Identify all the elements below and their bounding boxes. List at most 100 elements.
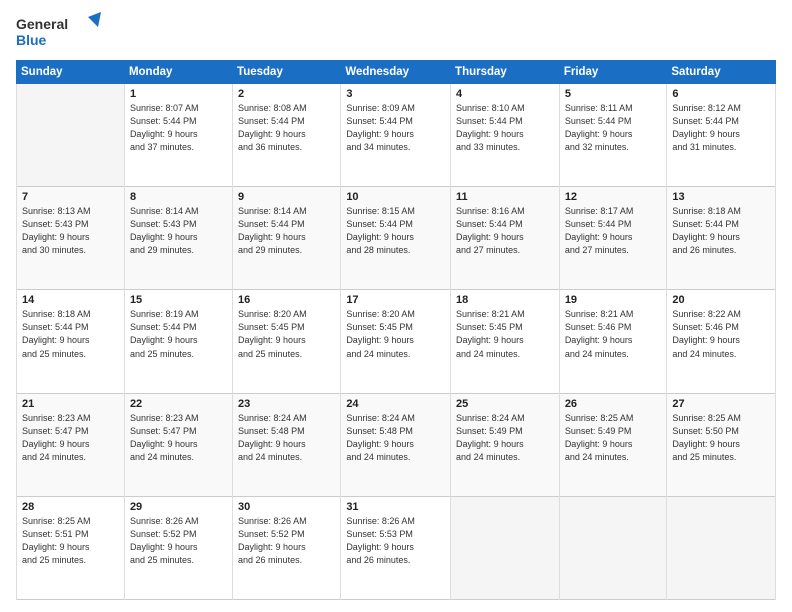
day-info: Sunrise: 8:26 AM Sunset: 5:52 PM Dayligh… [238,515,335,567]
day-info: Sunrise: 8:24 AM Sunset: 5:48 PM Dayligh… [346,412,445,464]
calendar-cell: 22 Sunrise: 8:23 AM Sunset: 5:47 PM Dayli… [124,393,232,496]
day-header-wednesday: Wednesday [341,61,451,84]
day-info: Sunrise: 8:15 AM Sunset: 5:44 PM Dayligh… [346,205,445,257]
day-number: 25 [456,398,554,410]
day-info: Sunrise: 8:20 AM Sunset: 5:45 PM Dayligh… [346,308,445,360]
day-number: 12 [565,191,662,203]
day-info: Sunrise: 8:22 AM Sunset: 5:46 PM Dayligh… [672,308,770,360]
day-number: 5 [565,88,662,100]
day-number: 15 [130,294,227,306]
day-number: 28 [22,501,119,513]
day-number: 13 [672,191,770,203]
day-header-thursday: Thursday [451,61,560,84]
day-info: Sunrise: 8:11 AM Sunset: 5:44 PM Dayligh… [565,102,662,154]
day-info: Sunrise: 8:21 AM Sunset: 5:46 PM Dayligh… [565,308,662,360]
day-info: Sunrise: 8:17 AM Sunset: 5:44 PM Dayligh… [565,205,662,257]
day-number: 4 [456,88,554,100]
calendar-cell: 14Sunrise: 8:18 AM Sunset: 5:44 PM Dayli… [17,290,125,393]
day-info: Sunrise: 8:18 AM Sunset: 5:44 PM Dayligh… [22,308,119,360]
calendar-cell: 31 Sunrise: 8:26 AM Sunset: 5:53 PM Dayli… [341,496,451,599]
day-number: 30 [238,501,335,513]
calendar-cell: 5 Sunrise: 8:11 AM Sunset: 5:44 PM Daylig… [559,84,667,187]
calendar-week-row: 28 Sunrise: 8:25 AM Sunset: 5:51 PM Dayli… [17,496,776,599]
day-info: Sunrise: 8:23 AM Sunset: 5:47 PM Dayligh… [130,412,227,464]
day-header-friday: Friday [559,61,667,84]
calendar-cell [451,496,560,599]
calendar-cell: 6 Sunrise: 8:12 AM Sunset: 5:44 PM Daylig… [667,84,776,187]
calendar-page: General Blue SundayMondayTuesdayWednesda… [0,0,792,612]
calendar-cell: 13Sunrise: 8:18 AM Sunset: 5:44 PM Dayli… [667,187,776,290]
day-info: Sunrise: 8:26 AM Sunset: 5:53 PM Dayligh… [346,515,445,567]
calendar-cell: 30 Sunrise: 8:26 AM Sunset: 5:52 PM Dayli… [233,496,341,599]
day-info: Sunrise: 8:19 AM Sunset: 5:44 PM Dayligh… [130,308,227,360]
day-number: 11 [456,191,554,203]
day-number: 6 [672,88,770,100]
day-info: Sunrise: 8:14 AM Sunset: 5:44 PM Dayligh… [238,205,335,257]
svg-text:General: General [16,16,68,32]
day-header-monday: Monday [124,61,232,84]
day-number: 18 [456,294,554,306]
logo-svg: General Blue [16,12,106,52]
day-number: 22 [130,398,227,410]
calendar-week-row: 14Sunrise: 8:18 AM Sunset: 5:44 PM Dayli… [17,290,776,393]
calendar-cell: 1 Sunrise: 8:07 AM Sunset: 5:44 PM Daylig… [124,84,232,187]
calendar-cell [17,84,125,187]
calendar-cell: 3Sunrise: 8:09 AM Sunset: 5:44 PM Daylig… [341,84,451,187]
day-header-sunday: Sunday [17,61,125,84]
calendar-cell: 15 Sunrise: 8:19 AM Sunset: 5:44 PM Dayli… [124,290,232,393]
calendar-week-row: 1 Sunrise: 8:07 AM Sunset: 5:44 PM Daylig… [17,84,776,187]
day-info: Sunrise: 8:20 AM Sunset: 5:45 PM Dayligh… [238,308,335,360]
day-info: Sunrise: 8:07 AM Sunset: 5:44 PM Dayligh… [130,102,227,154]
day-info: Sunrise: 8:13 AM Sunset: 5:43 PM Dayligh… [22,205,119,257]
day-info: Sunrise: 8:08 AM Sunset: 5:44 PM Dayligh… [238,102,335,154]
day-info: Sunrise: 8:26 AM Sunset: 5:52 PM Dayligh… [130,515,227,567]
day-number: 19 [565,294,662,306]
calendar-table: SundayMondayTuesdayWednesdayThursdayFrid… [16,60,776,600]
day-number: 26 [565,398,662,410]
day-number: 10 [346,191,445,203]
day-number: 3 [346,88,445,100]
day-number: 31 [346,501,445,513]
calendar-cell [559,496,667,599]
day-info: Sunrise: 8:25 AM Sunset: 5:49 PM Dayligh… [565,412,662,464]
day-number: 27 [672,398,770,410]
day-number: 29 [130,501,227,513]
calendar-cell: 16 Sunrise: 8:20 AM Sunset: 5:45 PM Dayli… [233,290,341,393]
calendar-cell: 11Sunrise: 8:16 AM Sunset: 5:44 PM Dayli… [451,187,560,290]
calendar-cell: 8Sunrise: 8:14 AM Sunset: 5:43 PM Daylig… [124,187,232,290]
day-number: 9 [238,191,335,203]
calendar-cell: 4 Sunrise: 8:10 AM Sunset: 5:44 PM Daylig… [451,84,560,187]
day-header-tuesday: Tuesday [233,61,341,84]
calendar-cell: 24 Sunrise: 8:24 AM Sunset: 5:48 PM Dayli… [341,393,451,496]
calendar-header-row: SundayMondayTuesdayWednesdayThursdayFrid… [17,61,776,84]
calendar-cell: 12 Sunrise: 8:17 AM Sunset: 5:44 PM Dayli… [559,187,667,290]
day-number: 8 [130,191,227,203]
calendar-week-row: 7 Sunrise: 8:13 AM Sunset: 5:43 PM Daylig… [17,187,776,290]
calendar-cell: 29 Sunrise: 8:26 AM Sunset: 5:52 PM Dayli… [124,496,232,599]
calendar-cell: 10 Sunrise: 8:15 AM Sunset: 5:44 PM Dayli… [341,187,451,290]
calendar-cell: 28 Sunrise: 8:25 AM Sunset: 5:51 PM Dayli… [17,496,125,599]
svg-text:Blue: Blue [16,32,47,48]
day-number: 17 [346,294,445,306]
calendar-cell: 25 Sunrise: 8:24 AM Sunset: 5:49 PM Dayli… [451,393,560,496]
day-number: 7 [22,191,119,203]
calendar-cell: 21Sunrise: 8:23 AM Sunset: 5:47 PM Dayli… [17,393,125,496]
calendar-cell: 27Sunrise: 8:25 AM Sunset: 5:50 PM Dayli… [667,393,776,496]
day-header-saturday: Saturday [667,61,776,84]
calendar-cell: 9 Sunrise: 8:14 AM Sunset: 5:44 PM Daylig… [233,187,341,290]
day-info: Sunrise: 8:24 AM Sunset: 5:48 PM Dayligh… [238,412,335,464]
day-number: 24 [346,398,445,410]
calendar-week-row: 21Sunrise: 8:23 AM Sunset: 5:47 PM Dayli… [17,393,776,496]
calendar-cell: 20 Sunrise: 8:22 AM Sunset: 5:46 PM Dayli… [667,290,776,393]
calendar-cell: 19 Sunrise: 8:21 AM Sunset: 5:46 PM Dayli… [559,290,667,393]
day-info: Sunrise: 8:10 AM Sunset: 5:44 PM Dayligh… [456,102,554,154]
calendar-cell: 18Sunrise: 8:21 AM Sunset: 5:45 PM Dayli… [451,290,560,393]
day-number: 20 [672,294,770,306]
day-number: 16 [238,294,335,306]
calendar-cell: 7 Sunrise: 8:13 AM Sunset: 5:43 PM Daylig… [17,187,125,290]
day-info: Sunrise: 8:12 AM Sunset: 5:44 PM Dayligh… [672,102,770,154]
day-number: 1 [130,88,227,100]
day-info: Sunrise: 8:24 AM Sunset: 5:49 PM Dayligh… [456,412,554,464]
calendar-cell: 2Sunrise: 8:08 AM Sunset: 5:44 PM Daylig… [233,84,341,187]
day-info: Sunrise: 8:25 AM Sunset: 5:51 PM Dayligh… [22,515,119,567]
